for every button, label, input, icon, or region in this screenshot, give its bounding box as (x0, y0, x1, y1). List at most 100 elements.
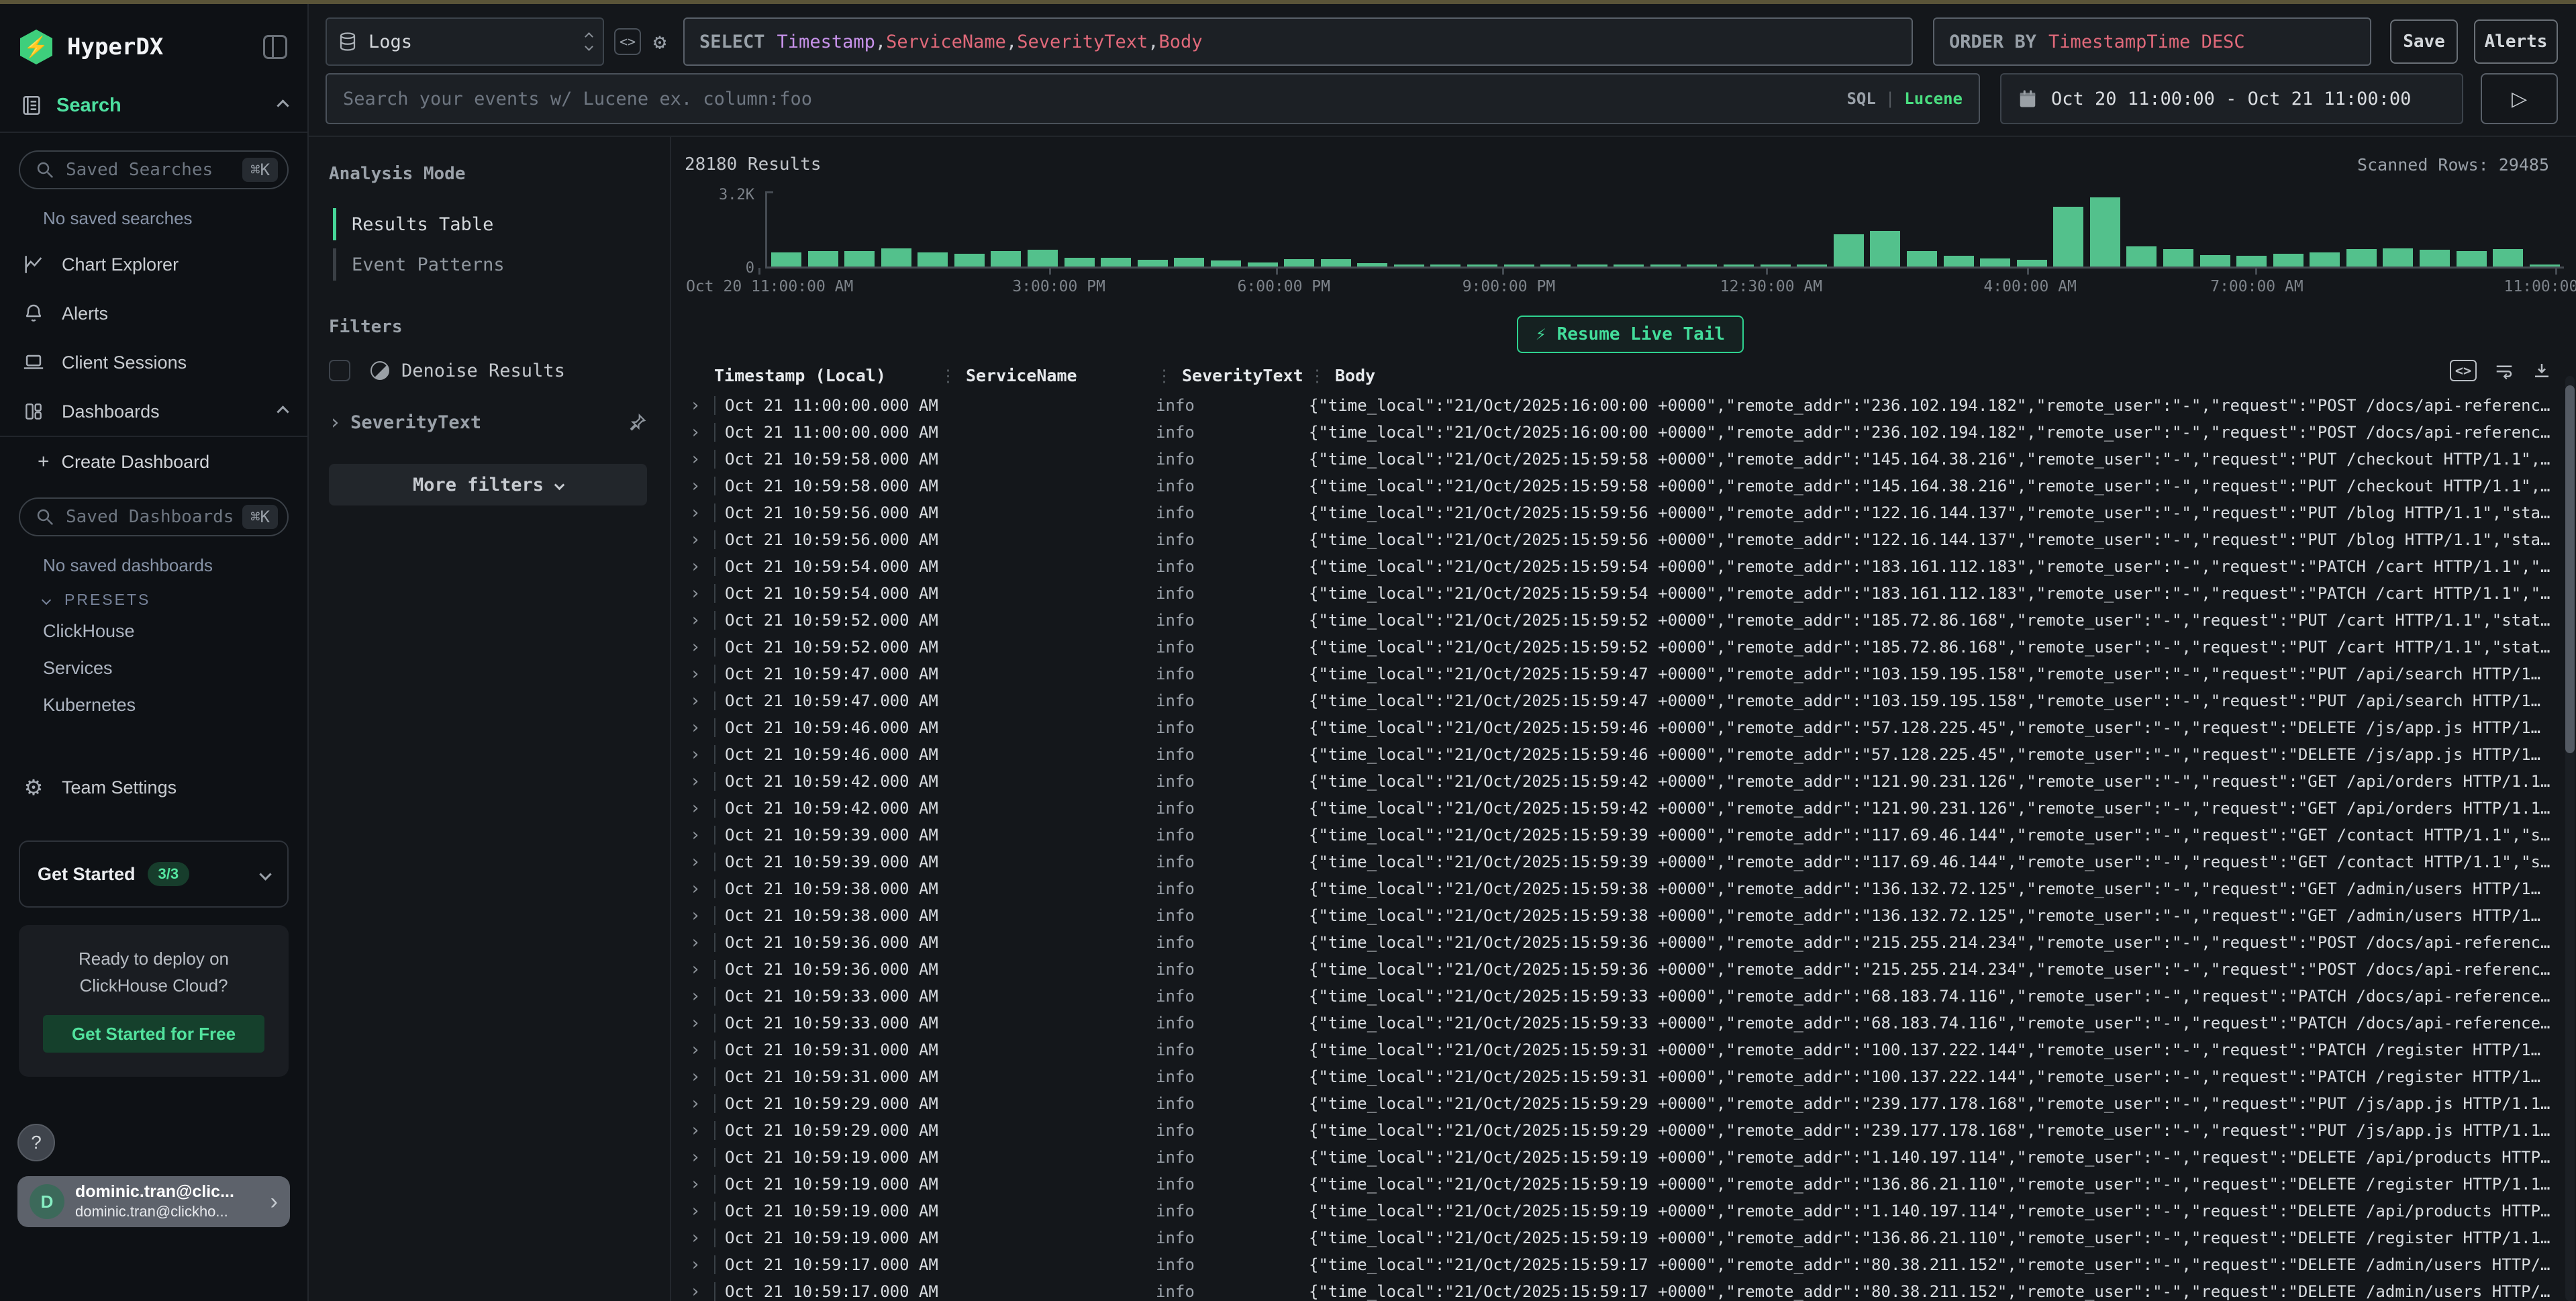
col-servicename[interactable]: ⋮ServiceName (940, 366, 1156, 385)
table-row[interactable]: ›Oct 21 10:59:42.000 AMinfo{"time_local"… (685, 795, 2576, 822)
sidebar-item-chart-explorer[interactable]: Chart Explorer (0, 240, 307, 289)
row-expand-icon[interactable]: › (685, 1120, 714, 1141)
table-row[interactable]: ›Oct 21 10:59:52.000 AMinfo{"time_local"… (685, 634, 2576, 661)
table-row[interactable]: ›Oct 21 10:59:38.000 AMinfo{"time_local"… (685, 875, 2576, 902)
table-row[interactable]: ›Oct 21 10:59:29.000 AMinfo{"time_local"… (685, 1117, 2576, 1144)
row-expand-icon[interactable]: › (685, 637, 714, 657)
alerts-button[interactable]: Alerts (2474, 19, 2558, 64)
row-expand-icon[interactable]: › (685, 1174, 714, 1194)
get-started-accordion[interactable]: Get Started 3/3 (19, 840, 289, 908)
table-row[interactable]: ›Oct 21 10:59:54.000 AMinfo{"time_local"… (685, 580, 2576, 607)
row-expand-icon[interactable]: › (685, 959, 714, 979)
row-expand-icon[interactable]: › (685, 476, 714, 496)
sidebar-item-alerts[interactable]: Alerts (0, 289, 307, 338)
order-by-input[interactable]: ORDER BY TimestampTime DESC (1933, 17, 2371, 66)
sidebar-item-dashboards[interactable]: Dashboards (0, 387, 307, 437)
preset-services[interactable]: Services (0, 650, 307, 687)
col-body[interactable]: ⋮Body (1309, 366, 2482, 385)
row-expand-icon[interactable]: › (685, 1228, 714, 1248)
pin-icon[interactable] (627, 413, 647, 433)
presets-toggle[interactable]: PRESETS (0, 576, 307, 613)
sidebar-item-team-settings[interactable]: ⚙ Team Settings (0, 761, 307, 814)
table-scrollbar-thumb[interactable] (2565, 385, 2575, 753)
column-resize-handle[interactable]: ⋮ (1309, 366, 1326, 385)
table-row[interactable]: ›Oct 21 10:59:47.000 AMinfo{"time_local"… (685, 661, 2576, 687)
table-row[interactable]: ›Oct 21 10:59:19.000 AMinfo{"time_local"… (685, 1224, 2576, 1251)
get-started-free-button[interactable]: Get Started for Free (43, 1015, 264, 1053)
table-row[interactable]: ›Oct 21 10:59:36.000 AMinfo{"time_local"… (685, 956, 2576, 983)
mode-event-patterns[interactable]: Event Patterns (333, 244, 647, 285)
row-expand-icon[interactable]: › (685, 852, 714, 872)
row-expand-icon[interactable]: › (685, 395, 714, 416)
date-range-picker[interactable]: Oct 20 11:00:00 - Oct 21 11:00:00 (2000, 73, 2463, 124)
code-view-button[interactable]: <> (614, 28, 641, 55)
search-input[interactable]: Search your events w/ Lucene ex. column:… (326, 73, 1980, 124)
row-expand-icon[interactable]: › (685, 798, 714, 818)
table-row[interactable]: ›Oct 21 11:00:00.000 AMinfo{"time_local"… (685, 419, 2576, 446)
severity-filter-group[interactable]: › SeverityText (329, 411, 647, 434)
table-row[interactable]: ›Oct 21 10:59:52.000 AMinfo{"time_local"… (685, 607, 2576, 634)
table-row[interactable]: ›Oct 21 10:59:56.000 AMinfo{"time_local"… (685, 499, 2576, 526)
histogram-chart[interactable]: 3.2K 0 (685, 193, 2564, 269)
row-expand-icon[interactable]: › (685, 1201, 714, 1221)
row-expand-icon[interactable]: › (685, 1094, 714, 1114)
table-row[interactable]: ›Oct 21 10:59:19.000 AMinfo{"time_local"… (685, 1171, 2576, 1198)
row-expand-icon[interactable]: › (685, 879, 714, 899)
saved-dashboards-input[interactable]: Saved Dashboards ⌘K (19, 497, 289, 536)
table-row[interactable]: ›Oct 21 10:59:31.000 AMinfo{"time_local"… (685, 1037, 2576, 1063)
row-expand-icon[interactable]: › (685, 422, 714, 442)
row-expand-icon[interactable]: › (685, 530, 714, 550)
row-expand-icon[interactable]: › (685, 718, 714, 738)
table-row[interactable]: ›Oct 21 10:59:46.000 AMinfo{"time_local"… (685, 741, 2576, 768)
resume-live-tail-button[interactable]: ⚡ Resume Live Tail (1517, 316, 1744, 353)
row-expand-icon[interactable]: › (685, 610, 714, 630)
table-row[interactable]: ›Oct 21 10:59:36.000 AMinfo{"time_local"… (685, 929, 2576, 956)
saved-searches-input[interactable]: Saved Searches ⌘K (19, 150, 289, 189)
user-menu[interactable]: D dominic.tran@clic... dominic.tran@clic… (17, 1176, 290, 1227)
sidebar-item-search[interactable]: Search (0, 85, 307, 133)
table-row[interactable]: ›Oct 21 10:59:54.000 AMinfo{"time_local"… (685, 553, 2576, 580)
select-columns-input[interactable]: SELECTTimestamp,ServiceName,SeverityText… (683, 17, 1913, 66)
sql-mode-toggle[interactable]: SQL (1846, 89, 1875, 108)
help-button[interactable]: ? (17, 1124, 55, 1161)
table-row[interactable]: ›Oct 21 10:59:58.000 AMinfo{"time_local"… (685, 446, 2576, 473)
table-row[interactable]: ›Oct 21 10:59:46.000 AMinfo{"time_local"… (685, 714, 2576, 741)
row-expand-icon[interactable]: › (685, 1147, 714, 1167)
denoise-results-row[interactable]: Denoise Results (329, 360, 647, 381)
table-row[interactable]: ›Oct 21 10:59:31.000 AMinfo{"time_local"… (685, 1063, 2576, 1090)
preset-kubernetes[interactable]: Kubernetes (0, 687, 307, 724)
row-expand-icon[interactable]: › (685, 583, 714, 604)
more-filters-button[interactable]: More filters (329, 464, 647, 505)
download-icon[interactable] (2532, 360, 2552, 381)
collapse-sidebar-icon[interactable] (263, 35, 287, 59)
row-expand-icon[interactable]: › (685, 664, 714, 684)
row-expand-icon[interactable]: › (685, 1282, 714, 1301)
table-row[interactable]: ›Oct 21 10:59:19.000 AMinfo{"time_local"… (685, 1198, 2576, 1224)
gear-icon[interactable]: ⚙ (646, 28, 673, 55)
mode-results-table[interactable]: Results Table (333, 204, 647, 244)
table-row[interactable]: ›Oct 21 10:59:33.000 AMinfo{"time_local"… (685, 983, 2576, 1010)
table-row[interactable]: ›Oct 21 10:59:29.000 AMinfo{"time_local"… (685, 1090, 2576, 1117)
col-severitytext[interactable]: ⋮SeverityText (1156, 366, 1309, 385)
sidebar-item-client-sessions[interactable]: Client Sessions (0, 338, 307, 387)
table-row[interactable]: ›Oct 21 10:59:39.000 AMinfo{"time_local"… (685, 822, 2576, 849)
table-row[interactable]: ›Oct 21 10:59:33.000 AMinfo{"time_local"… (685, 1010, 2576, 1037)
table-row[interactable]: ›Oct 21 10:59:17.000 AMinfo{"time_local"… (685, 1251, 2576, 1278)
table-row[interactable]: ›Oct 21 10:59:42.000 AMinfo{"time_local"… (685, 768, 2576, 795)
row-expand-icon[interactable]: › (685, 771, 714, 791)
row-expand-icon[interactable]: › (685, 449, 714, 469)
row-expand-icon[interactable]: › (685, 1040, 714, 1060)
table-row[interactable]: ›Oct 21 10:59:39.000 AMinfo{"time_local"… (685, 849, 2576, 875)
expand-json-icon[interactable]: <> (2450, 360, 2477, 381)
row-expand-icon[interactable]: › (685, 932, 714, 953)
row-expand-icon[interactable]: › (685, 503, 714, 523)
preset-clickhouse[interactable]: ClickHouse (0, 613, 307, 650)
chevron-up-icon[interactable] (277, 405, 289, 418)
column-resize-handle[interactable]: ⋮ (1156, 366, 1173, 385)
table-row[interactable]: ›Oct 21 11:00:00.000 AMinfo{"time_local"… (685, 392, 2576, 419)
denoise-checkbox[interactable] (329, 360, 350, 381)
row-expand-icon[interactable]: › (685, 986, 714, 1006)
chevron-up-icon[interactable] (277, 99, 289, 111)
table-row[interactable]: ›Oct 21 10:59:58.000 AMinfo{"time_local"… (685, 473, 2576, 499)
row-expand-icon[interactable]: › (685, 906, 714, 926)
